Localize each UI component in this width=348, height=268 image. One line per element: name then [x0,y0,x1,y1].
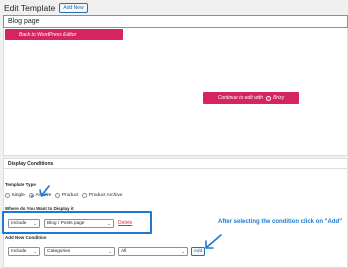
arrow-to-add-button-icon [205,234,222,249]
arrow-to-archive-icon [39,185,50,197]
annotation-arrows [39,185,222,249]
